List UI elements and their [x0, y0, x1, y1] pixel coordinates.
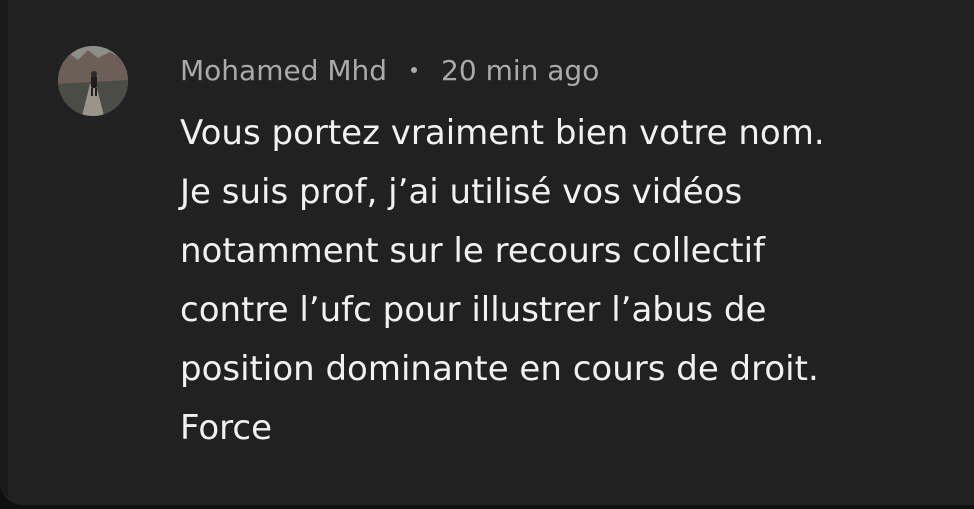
- comment-line: Vous portez vraiment bien votre nom.: [180, 113, 825, 153]
- avatar[interactable]: [58, 46, 128, 116]
- comment-card: Mohamed Mhd 20 min ago Vous portez vraim…: [0, 0, 974, 505]
- comment-header: Mohamed Mhd 20 min ago: [180, 50, 599, 90]
- avatar-photo: [58, 46, 128, 116]
- comment-line: Je suis prof, j’ai utilisé vos vidéos: [180, 172, 743, 212]
- timestamp: 20 min ago: [441, 53, 600, 87]
- comment-text: Vous portez vraiment bien votre nom. Je …: [180, 104, 960, 458]
- comment-line: Force: [180, 408, 272, 448]
- author-name[interactable]: Mohamed Mhd: [180, 54, 387, 87]
- separator-dot: [411, 67, 418, 73]
- comment-line: contre l’ufc pour illustrer l’abus de: [180, 290, 767, 330]
- card-edge: [0, 0, 8, 505]
- comment-line: position dominante en cours de droit.: [180, 349, 819, 389]
- comment-line: notamment sur le recours collectif: [180, 231, 766, 271]
